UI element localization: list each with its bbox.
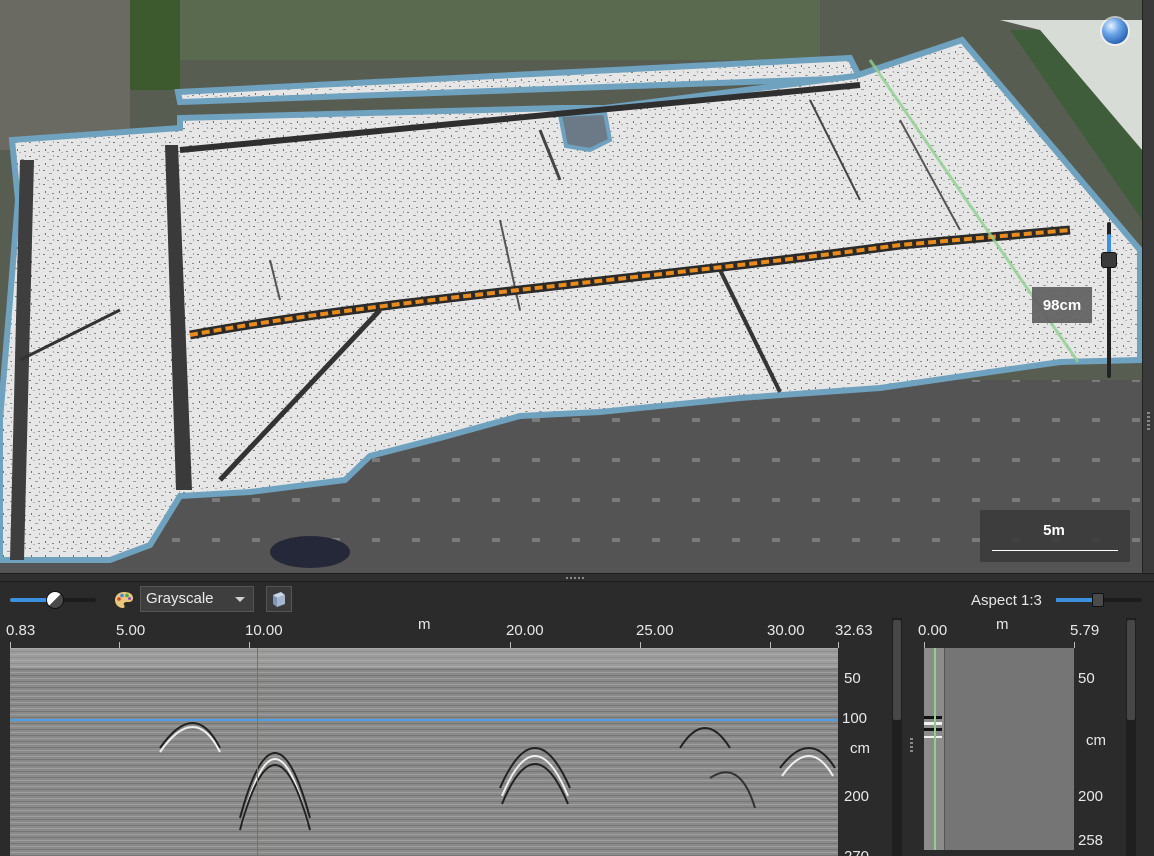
- cube-icon: [273, 592, 285, 607]
- y-tick-label: 258: [1078, 832, 1104, 849]
- depth-cursor-line[interactable]: [10, 719, 838, 721]
- x-tick-label: 5.79: [1070, 622, 1100, 639]
- x-tick-label: 32.63: [835, 622, 873, 639]
- road: [0, 0, 130, 150]
- y-tick-label: 200: [1078, 788, 1104, 805]
- scrollbar-thumb[interactable]: [1127, 620, 1135, 720]
- y-axis-unit: cm: [1086, 732, 1106, 749]
- globe-icon[interactable]: [1102, 18, 1128, 44]
- depth-slider-knob[interactable]: [1101, 252, 1117, 268]
- x-tick-label: 5.00: [116, 622, 146, 639]
- palette-icon: [115, 592, 133, 608]
- right-side-panel-handle[interactable]: [1142, 0, 1154, 573]
- pavilion: [557, 110, 613, 153]
- panel-splitter[interactable]: [0, 573, 1154, 582]
- scale-line: [992, 550, 1118, 551]
- scrollbar-thumb[interactable]: [893, 620, 901, 720]
- x-tick-label: 10.00: [245, 622, 283, 639]
- map-3d-view[interactable]: 98cm 5m: [0, 0, 1142, 573]
- x-axis-unit: m: [418, 616, 431, 633]
- y-tick-label: 50: [844, 670, 861, 687]
- x-axis-unit: m: [996, 616, 1009, 633]
- time-slice-image[interactable]: [924, 648, 1074, 850]
- x-tick-label: 20.00: [506, 622, 544, 639]
- profile-radargram-panel: 0.83 5.00 10.00 m 20.00 25.00 30.00 32.6…: [0, 616, 905, 856]
- position-cursor-line[interactable]: [257, 648, 258, 856]
- aspect-label: Aspect 1:3: [971, 592, 1042, 609]
- opacity-slider[interactable]: [10, 591, 96, 609]
- color-scheme-value: Grayscale: [146, 590, 214, 607]
- x-tick-label: 25.00: [636, 622, 674, 639]
- x-tick: [1074, 642, 1075, 648]
- radargram-toolbar: Grayscale Aspect 1:3: [0, 582, 1154, 616]
- profile-radargram[interactable]: [10, 648, 838, 856]
- panel-resize-grip-icon[interactable]: [910, 738, 913, 754]
- depth-label: 98cm: [1032, 287, 1092, 323]
- time-slice-panel: 0.00 m 5.79 50 cm 200 258: [910, 616, 1154, 856]
- chevron-down-icon: [235, 597, 245, 602]
- y-tick-label: 270: [844, 848, 869, 856]
- splitter-grip-icon: [566, 577, 584, 579]
- y-tick-label: 100: [842, 710, 868, 727]
- sports-field: [180, 0, 820, 60]
- tree-shadow: [270, 536, 350, 568]
- y-tick-label: 50: [1078, 670, 1095, 687]
- depth-slider[interactable]: [1100, 222, 1118, 380]
- aspect-slider-fill: [1056, 598, 1096, 602]
- aerial-scene: [0, 0, 1142, 573]
- aspect-slider-knob[interactable]: [1092, 593, 1104, 607]
- scale-bar: 5m: [980, 510, 1130, 562]
- scale-label: 5m: [1043, 522, 1065, 539]
- x-tick-label: 30.00: [767, 622, 805, 639]
- profile-vertical-scrollbar[interactable]: [892, 618, 902, 856]
- y-axis-unit: cm: [850, 740, 870, 757]
- y-tick-label: 200: [844, 788, 870, 805]
- grass-strip: [130, 0, 180, 90]
- x-tick-label: 0.83: [6, 622, 36, 639]
- opacity-slider-knob[interactable]: [46, 591, 64, 609]
- x-tick-label: 0.00: [918, 622, 948, 639]
- color-scheme-dropdown[interactable]: Grayscale: [140, 586, 254, 612]
- time-slice-vertical-scrollbar[interactable]: [1126, 618, 1136, 856]
- x-tick: [838, 642, 839, 648]
- gpr-viewer-window: 98cm 5m Grayscale Aspect 1:3 0.83 5.00 1…: [0, 0, 1154, 856]
- side-grip-icon: [1147, 412, 1150, 430]
- aspect-slider[interactable]: [1056, 593, 1142, 607]
- 3d-cube-button[interactable]: [266, 586, 292, 612]
